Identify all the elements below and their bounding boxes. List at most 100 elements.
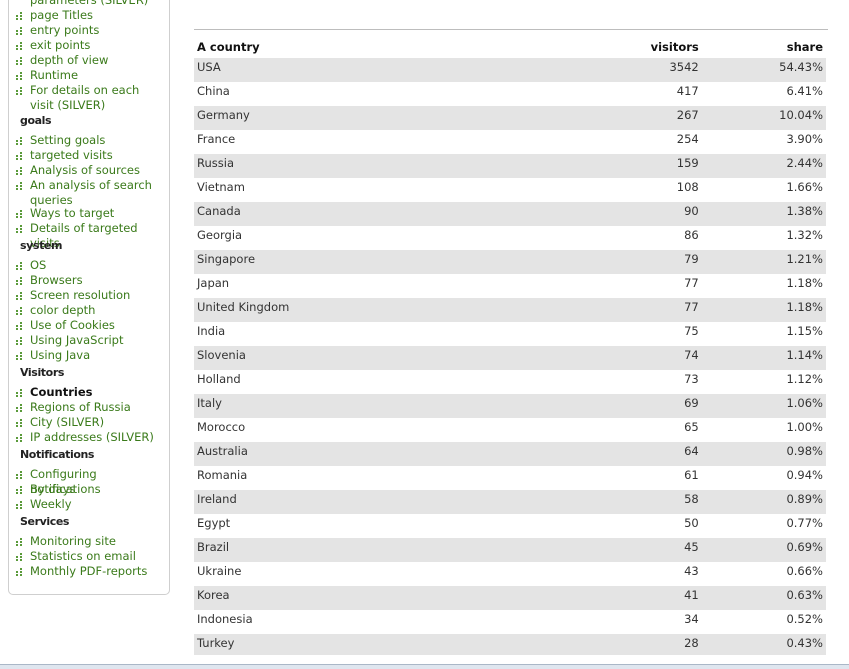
table-row: Turkey 28 0.43% bbox=[194, 634, 826, 655]
sidebar-item-label: Use of Cookies bbox=[30, 318, 115, 332]
visitors-cell: 90 bbox=[523, 202, 702, 226]
sidebar-section-services: Services bbox=[20, 515, 70, 528]
sidebar-item-monitoring-site[interactable]: Monitoring site bbox=[16, 534, 166, 549]
sidebar-item-entry-points[interactable]: entry points bbox=[16, 23, 166, 38]
visitors-cell: 77 bbox=[684, 276, 699, 290]
countries-table: A country visitors share USA 3542 54.43% Ch… bbox=[194, 30, 826, 655]
share-cell: 0.69% bbox=[701, 538, 826, 562]
visitors-cell: 65 bbox=[684, 420, 699, 434]
share-cell: 0.63% bbox=[701, 586, 826, 610]
sidebar-item-ways-to-target[interactable]: Ways to target bbox=[16, 206, 166, 221]
share-cell: 0.98% bbox=[701, 442, 826, 466]
bullet-icon bbox=[16, 225, 22, 233]
country-cell: Ukraine bbox=[197, 564, 242, 578]
bullet-icon bbox=[16, 568, 22, 576]
bullet-icon bbox=[16, 42, 22, 50]
table-row: Ukraine 43 0.66% bbox=[194, 562, 826, 586]
bullet-icon bbox=[16, 182, 22, 190]
table-row: Slovenia 74 1.14% bbox=[194, 346, 826, 370]
country-cell: Vietnam bbox=[197, 180, 245, 194]
sidebar-item-os[interactable]: OS bbox=[16, 258, 166, 273]
country-cell: Singapore bbox=[194, 250, 524, 274]
column-header-share[interactable]: share bbox=[702, 30, 826, 58]
sidebar-item-weekly[interactable]: Weekly bbox=[16, 497, 166, 512]
table-row: Egypt 50 0.77% bbox=[194, 514, 826, 538]
table-row: Germany 267 10.04% bbox=[194, 106, 826, 130]
bullet-icon bbox=[16, 137, 22, 145]
sidebar-item-targeted-visits[interactable]: targeted visits bbox=[16, 148, 166, 163]
sidebar-item-use-of-cookies[interactable]: Use of Cookies bbox=[16, 318, 166, 333]
table-row: China 417 6.41% bbox=[194, 82, 826, 106]
sidebar-item-label: Screen resolution bbox=[30, 288, 131, 302]
sidebar-item-regions-of-russia[interactable]: Regions of Russia bbox=[16, 400, 166, 415]
sidebar-item-statistics-on-email[interactable]: Statistics on email bbox=[16, 549, 166, 564]
sidebar-item-monthly-pdf-reports[interactable]: Monthly PDF-reports bbox=[16, 564, 166, 579]
table-row: India 75 1.15% bbox=[194, 322, 826, 346]
country-cell: Japan bbox=[197, 276, 230, 290]
sidebar-item-city-silver[interactable]: City (SILVER) bbox=[16, 415, 166, 430]
country-cell: India bbox=[197, 324, 226, 338]
sidebar-item-depth-of-view[interactable]: depth of view bbox=[16, 53, 166, 68]
country-cell: Turkey bbox=[194, 634, 524, 655]
share-cell: 0.52% bbox=[786, 612, 823, 626]
country-cell: Georgia bbox=[197, 228, 243, 242]
sidebar-item-for-details-on-each-visit-silver[interactable]: For details on each visit (SILVER) bbox=[16, 83, 166, 113]
share-cell: 1.06% bbox=[701, 394, 826, 418]
sidebar-item-label: Using JavaScript bbox=[30, 333, 124, 347]
visitors-cell: 77 bbox=[523, 298, 702, 322]
sidebar-item-label: Browsers bbox=[30, 273, 83, 287]
sidebar-item-screen-resolution[interactable]: Screen resolution bbox=[16, 288, 166, 303]
sidebar-item-color-depth[interactable]: color depth bbox=[16, 303, 166, 318]
share-cell: 0.43% bbox=[701, 634, 826, 655]
visitors-cell: 41 bbox=[523, 586, 702, 610]
column-header-visitors[interactable]: visitors bbox=[524, 30, 702, 58]
sidebar-item-label: Ways to target bbox=[30, 206, 115, 220]
sidebar-item-analysis-of-sources[interactable]: Analysis of sources bbox=[16, 163, 166, 178]
bullet-icon bbox=[16, 486, 22, 494]
sidebar-item-label: For details on each visit (SILVER) bbox=[30, 83, 140, 112]
country-cell: Russia bbox=[194, 154, 524, 178]
visitors-cell: 417 bbox=[676, 84, 699, 98]
share-cell: 1.12% bbox=[786, 372, 823, 386]
bullet-icon bbox=[16, 553, 22, 561]
bullet-icon bbox=[16, 322, 22, 330]
sidebar-item-parameters-silver[interactable]: parameters (SILVER) bbox=[16, 0, 166, 8]
sidebar-item-using-java[interactable]: Using Java bbox=[16, 348, 166, 363]
sidebar-item-an-analysis-of-search-queries[interactable]: An analysis of search queries bbox=[16, 178, 166, 208]
table-row: Georgia 86 1.32% bbox=[194, 226, 826, 250]
share-cell: 1.15% bbox=[786, 324, 823, 338]
sidebar-item-exit-points[interactable]: exit points bbox=[16, 38, 166, 53]
sidebar-item-by-days[interactable]: By days bbox=[16, 482, 166, 497]
sidebar-item-countries[interactable]: Countries bbox=[16, 385, 166, 400]
visitors-cell: 28 bbox=[523, 634, 702, 655]
share-cell: 54.43% bbox=[701, 58, 826, 82]
country-cell: Indonesia bbox=[197, 612, 253, 626]
column-header-country[interactable]: A country bbox=[194, 30, 524, 58]
sidebar-item-label: An analysis of search queries bbox=[30, 178, 152, 207]
visitors-cell: 69 bbox=[523, 394, 702, 418]
sidebar-item-browsers[interactable]: Browsers bbox=[16, 273, 166, 288]
sidebar-item-label: entry points bbox=[30, 23, 100, 37]
sidebar-item-page-titles[interactable]: page Titles bbox=[16, 8, 166, 23]
bullet-icon bbox=[16, 292, 22, 300]
visitors-cell: 45 bbox=[523, 538, 702, 562]
sidebar-item-label: depth of view bbox=[30, 53, 109, 67]
bullet-icon bbox=[16, 501, 22, 509]
bullet-icon bbox=[16, 72, 22, 80]
share-cell: 0.89% bbox=[701, 490, 826, 514]
bullet-icon bbox=[16, 352, 22, 360]
visitors-cell: 50 bbox=[684, 516, 699, 530]
bullet-icon bbox=[16, 152, 22, 160]
bullet-icon bbox=[16, 27, 22, 35]
sidebar-item-runtime[interactable]: Runtime bbox=[16, 68, 166, 83]
share-cell: 1.38% bbox=[701, 202, 826, 226]
table-row: Singapore 79 1.21% bbox=[194, 250, 826, 274]
table-row: Romania 61 0.94% bbox=[194, 466, 826, 490]
sidebar-item-setting-goals[interactable]: Setting goals bbox=[16, 133, 166, 148]
sidebar-item-using-javascript[interactable]: Using JavaScript bbox=[16, 333, 166, 348]
bullet-icon bbox=[16, 404, 22, 412]
bullet-icon bbox=[16, 12, 22, 20]
bullet-icon bbox=[16, 262, 22, 270]
sidebar-item-ip-addresses-silver[interactable]: IP addresses (SILVER) bbox=[16, 430, 166, 445]
country-cell: Slovenia bbox=[194, 346, 524, 370]
